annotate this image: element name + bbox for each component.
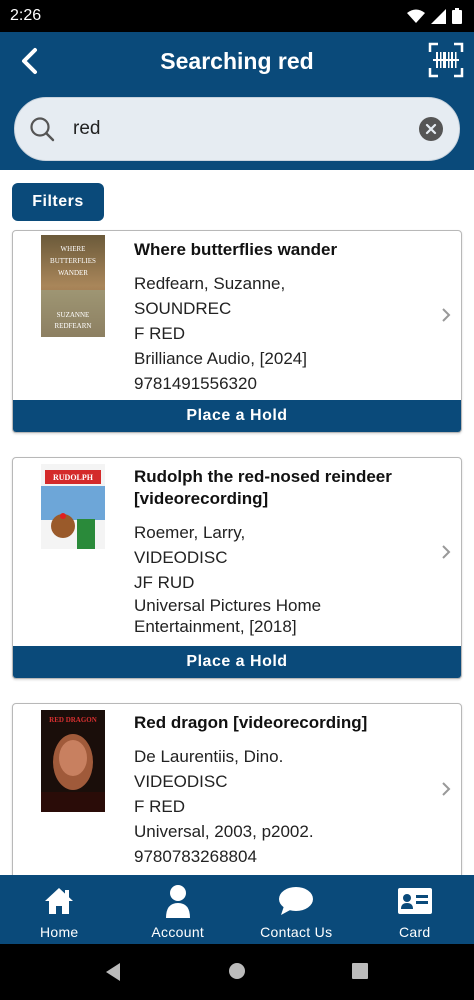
- nav-contact-us-label: Contact Us: [260, 924, 333, 940]
- place-hold-button[interactable]: Place a Hold: [13, 400, 461, 432]
- nav-card[interactable]: Card: [356, 875, 474, 944]
- result-author: De Laurentiis, Dino.: [134, 747, 284, 766]
- nav-home-label: Home: [39, 924, 79, 940]
- app-bar: Searching red: [0, 32, 474, 170]
- chevron-right-icon: [442, 782, 451, 796]
- result-publisher: Universal Pictures Home Entertainment, […: [134, 596, 322, 636]
- chevron-right-icon: [442, 308, 451, 322]
- result-call-number: JF RUD: [134, 573, 195, 592]
- search-input[interactable]: [73, 112, 403, 146]
- clear-search-button[interactable]: [419, 117, 443, 141]
- cover-text: SUZANNE: [57, 311, 90, 319]
- result-isbn: 9780783268804: [134, 847, 257, 866]
- bottom-navigation: Home Account Contact Us Card: [0, 875, 474, 944]
- system-navigation-bar: [0, 944, 474, 1000]
- home-icon: [45, 888, 74, 914]
- result-title: Rudolph the red-nosed reindeer [videorec…: [134, 467, 392, 508]
- battery-icon: [452, 8, 462, 24]
- result-card[interactable]: RUDOLPH Rudolph the red-nosed reindeer […: [12, 457, 462, 679]
- page-title: Searching red: [160, 48, 314, 74]
- result-call-number: F RED: [134, 324, 185, 343]
- status-time: 2:26: [10, 7, 42, 24]
- home-circle-icon[interactable]: [228, 962, 246, 980]
- cover-text: WHERE: [61, 245, 86, 253]
- result-isbn: 9781491556320: [134, 374, 257, 393]
- close-icon: [425, 123, 437, 135]
- recents-square-icon[interactable]: [351, 962, 369, 980]
- video-cover-image: RED DRAGON: [41, 710, 105, 812]
- filters-button[interactable]: Filters: [12, 183, 104, 221]
- wifi-icon: [407, 9, 425, 23]
- place-hold-button[interactable]: Place a Hold: [13, 646, 461, 678]
- barcode-scan-icon[interactable]: [428, 42, 464, 78]
- status-bar: 2:26: [0, 0, 474, 32]
- result-publisher: Brilliance Audio, [2024]: [134, 349, 307, 368]
- result-title: Red dragon [videorecording]: [134, 713, 368, 732]
- chevron-right-icon: [442, 545, 451, 559]
- back-triangle-icon[interactable]: [104, 962, 122, 982]
- nav-card-label: Card: [398, 924, 431, 940]
- result-format: SOUNDREC: [134, 299, 232, 318]
- video-cover-image: RUDOLPH: [41, 464, 105, 566]
- result-card[interactable]: RED DRAGON Red dragon [videorecording] D…: [12, 703, 462, 893]
- cover-text: WANDER: [58, 269, 88, 277]
- result-author: Roemer, Larry,: [134, 523, 246, 542]
- nav-contact-us[interactable]: Contact Us: [237, 875, 356, 944]
- search-icon: [30, 117, 55, 142]
- nav-home[interactable]: Home: [0, 875, 119, 944]
- cover-text: BUTTERFLIES: [50, 257, 96, 265]
- result-call-number: F RED: [134, 797, 185, 816]
- card-icon: [397, 888, 432, 914]
- cover-text: REDFEARN: [55, 322, 92, 330]
- search-bar: [14, 97, 460, 161]
- account-icon: [165, 885, 190, 918]
- nav-account[interactable]: Account: [119, 875, 238, 944]
- result-author: Redfearn, Suzanne,: [134, 274, 286, 293]
- result-title: Where butterflies wander: [134, 240, 338, 259]
- result-publisher: Universal, 2003, p2002.: [134, 822, 314, 841]
- cover-text: RUDOLPH: [53, 473, 94, 482]
- result-format: VIDEODISC: [134, 548, 228, 567]
- nav-account-label: Account: [151, 924, 205, 940]
- chat-icon: [279, 887, 314, 915]
- result-card[interactable]: WHERE BUTTERFLIES WANDER SUZANNE REDFEAR…: [12, 230, 462, 433]
- signal-icon: [431, 8, 446, 24]
- result-format: VIDEODISC: [134, 772, 228, 791]
- book-cover-image: WHERE BUTTERFLIES WANDER SUZANNE REDFEAR…: [41, 235, 105, 337]
- cover-text: RED DRAGON: [49, 716, 97, 724]
